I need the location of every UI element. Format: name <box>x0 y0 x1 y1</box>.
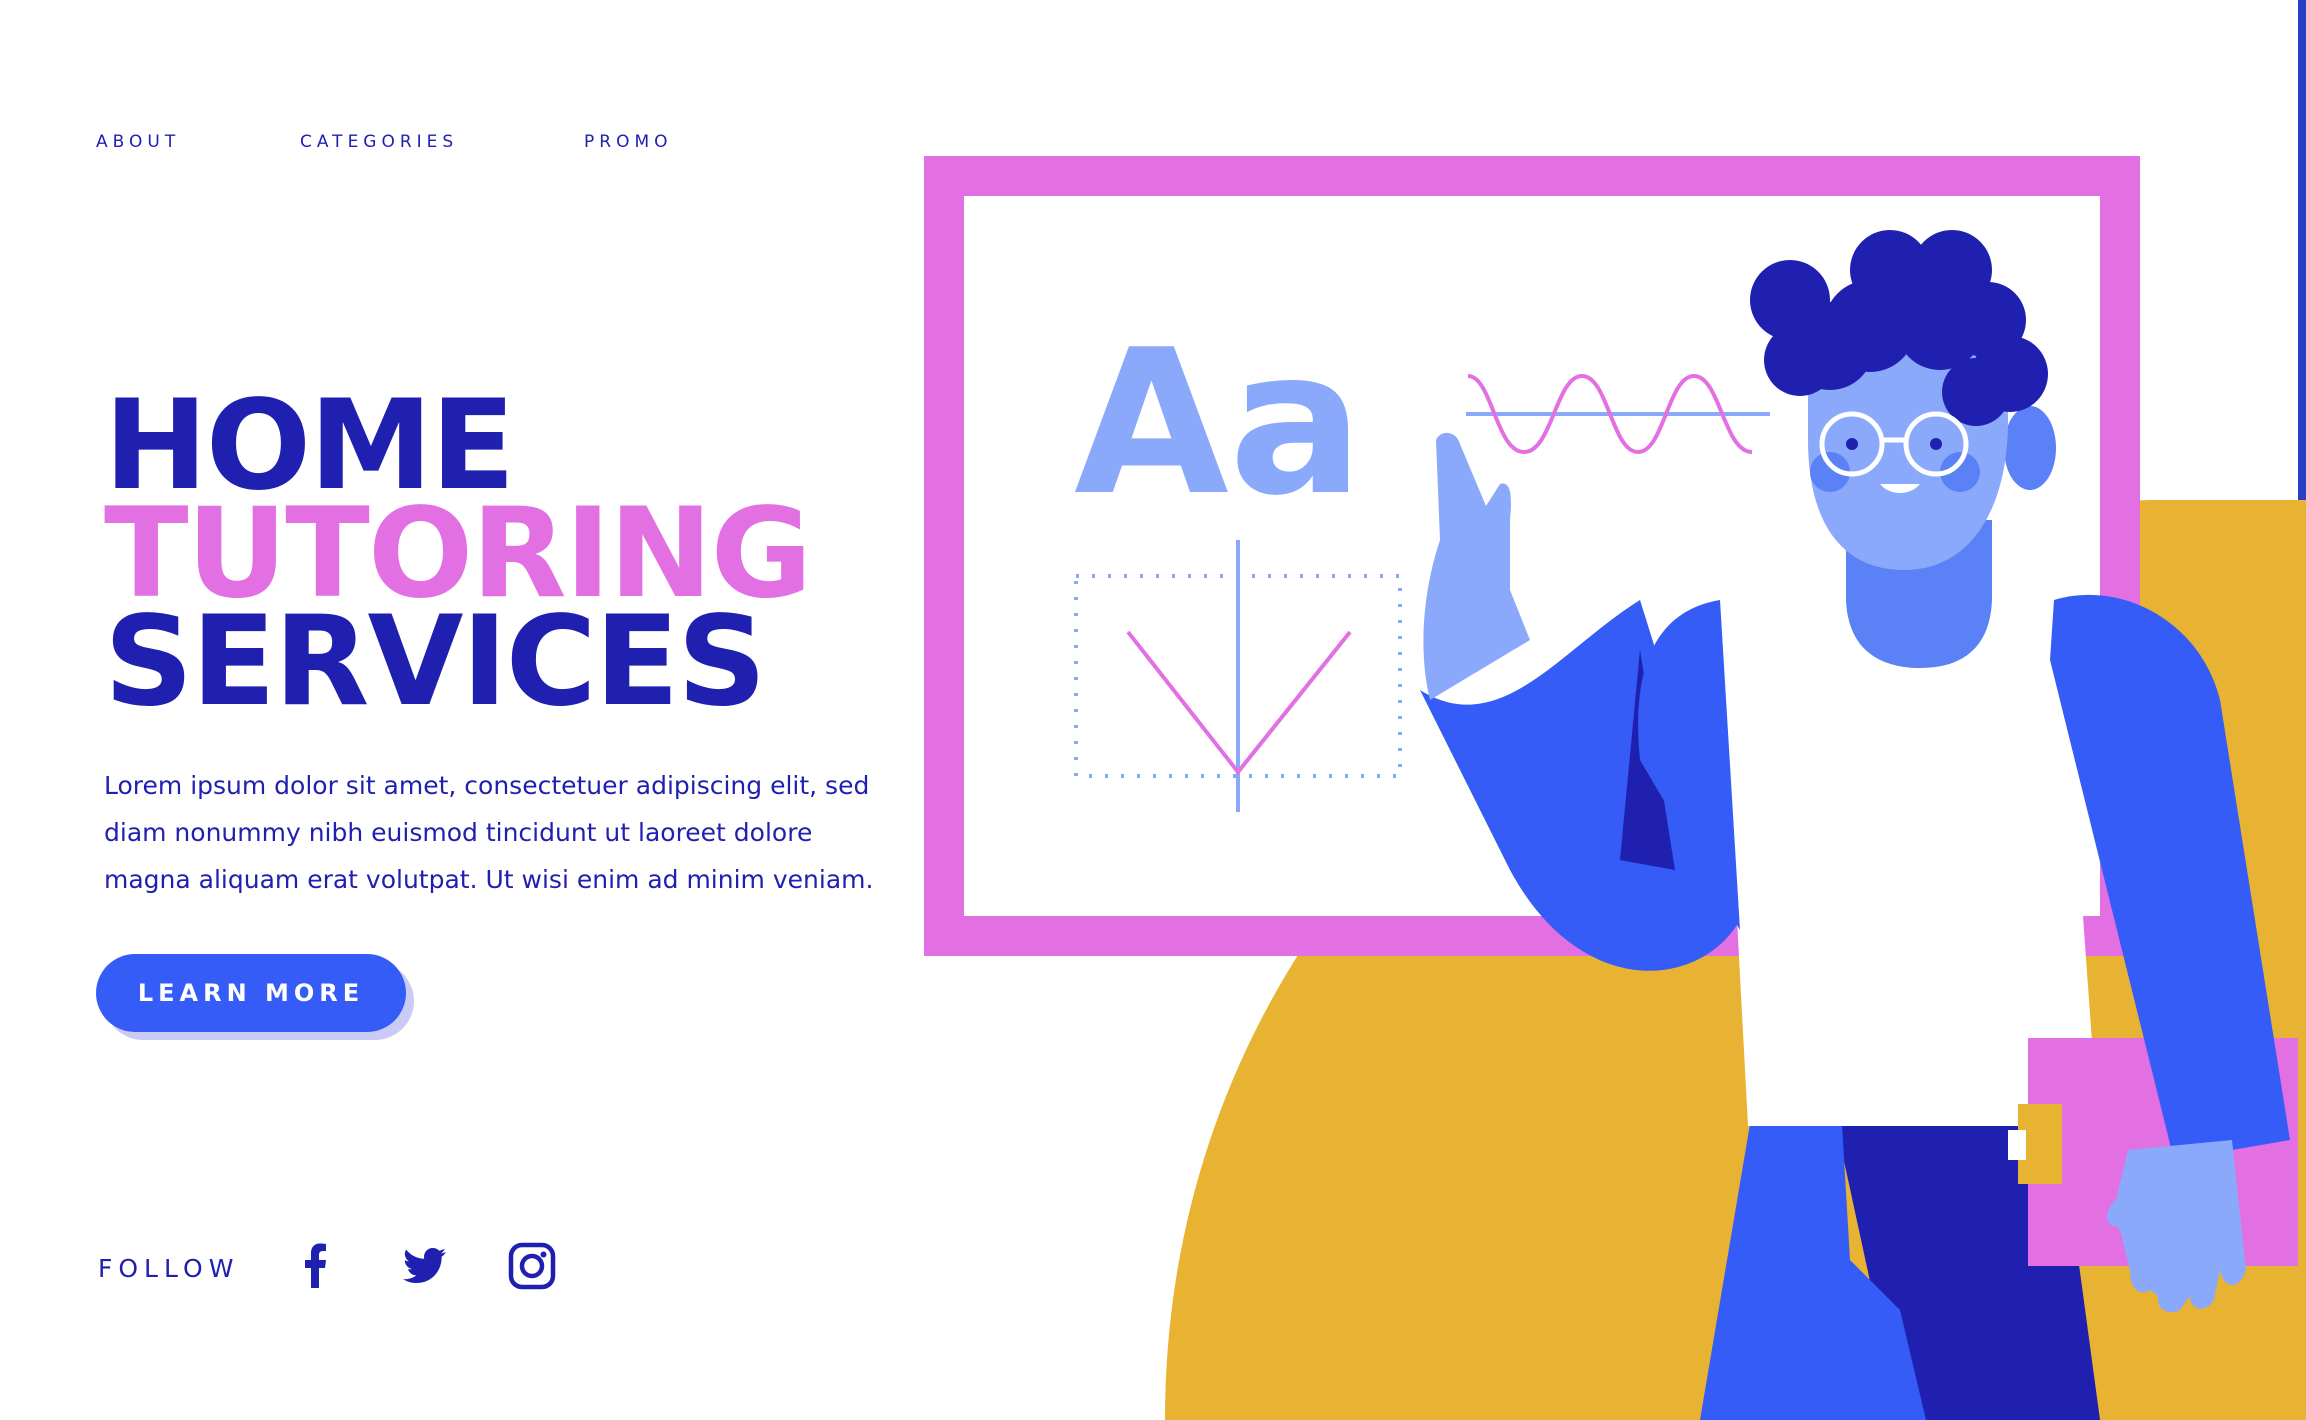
person-hand-right <box>2107 1140 2246 1313</box>
pink-folder <box>2028 1038 2298 1266</box>
person-arm-raised <box>1420 600 1740 971</box>
folder-clip <box>2018 1104 2062 1184</box>
nav-link-about[interactable]: ABOUT <box>96 132 180 152</box>
twitter-icon[interactable] <box>398 1240 450 1292</box>
person-cheek-left <box>1810 452 1850 492</box>
facebook-icon[interactable] <box>290 1240 342 1292</box>
person-hair <box>1750 230 2048 426</box>
nav-link-categories[interactable]: CATEGORIES <box>300 132 458 152</box>
eye-left <box>1846 438 1858 450</box>
eye-right <box>1930 438 1942 450</box>
whiteboard-surface <box>964 196 2100 916</box>
hero-description: Lorem ipsum dolor sit amet, consectetuer… <box>104 771 874 894</box>
instagram-icon[interactable] <box>506 1240 558 1292</box>
folder-clip-tab <box>2008 1130 2026 1160</box>
nav-link-promo[interactable]: PROMO <box>584 132 673 152</box>
learn-more-button[interactable]: LEARN MORE <box>96 954 406 1032</box>
glasses-left <box>1819 411 1885 477</box>
person-leg-left <box>1700 1124 1926 1420</box>
person-shirt <box>1720 594 2098 1126</box>
follow-label: FOLLOW <box>98 1254 240 1283</box>
v-shape <box>1126 630 1352 776</box>
right-edge-bar <box>2298 0 2306 1420</box>
person-sleeve-left <box>1638 600 1740 930</box>
wave <box>1467 373 1753 455</box>
whiteboard-frame <box>924 156 2140 956</box>
person-ear <box>2004 406 2056 490</box>
person-leg-right <box>1836 1124 2100 1420</box>
person-sleeve-right <box>2050 594 2290 1160</box>
glasses-right <box>1903 411 1969 477</box>
person-face <box>1808 300 2008 570</box>
dotted-box <box>1074 574 1402 778</box>
headline-line-3: SERVICES <box>104 590 767 734</box>
board-text: Aa <box>1074 307 1364 540</box>
smile <box>1880 484 1920 493</box>
person-neck <box>1846 520 1992 668</box>
person-raised-hand <box>1423 432 1530 700</box>
person-arm-shadow <box>1620 650 1675 870</box>
hero-headline: HOME TUTORING SERVICES <box>104 384 812 734</box>
mustard-backdrop <box>1165 500 2306 1420</box>
person-cheek-right <box>1940 452 1980 492</box>
